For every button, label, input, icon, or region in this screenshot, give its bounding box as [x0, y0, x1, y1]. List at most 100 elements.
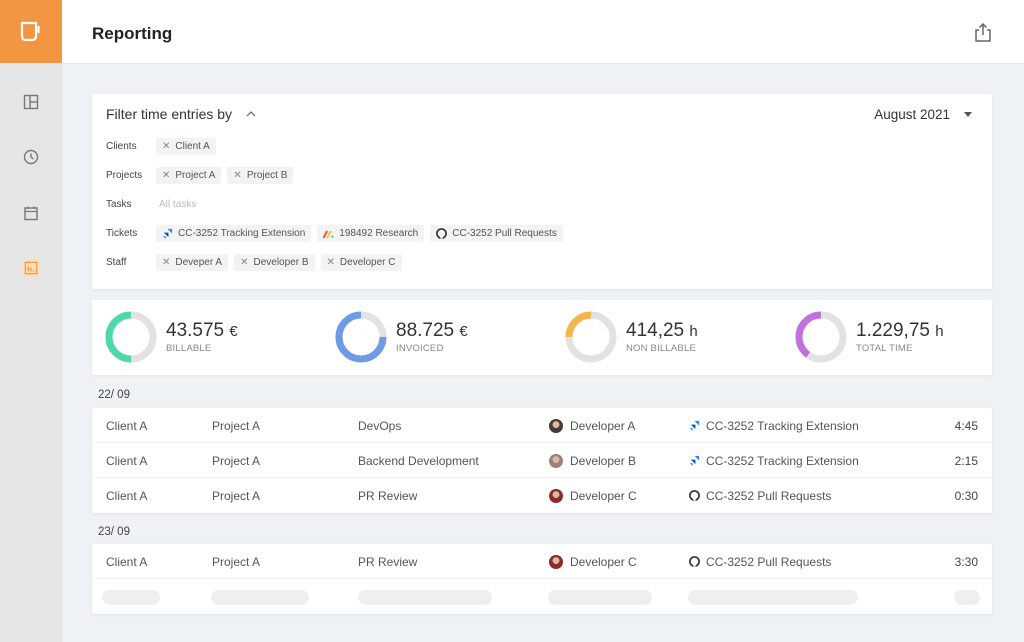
- cell-client: Client A: [106, 418, 148, 433]
- stat-non-billable: 414,25 h NON BILLABLE: [564, 310, 698, 364]
- skeleton-placeholder: [954, 590, 980, 605]
- github-icon: [689, 556, 700, 567]
- skeleton-placeholder: [548, 590, 652, 605]
- cell-staff: Developer B: [549, 443, 636, 478]
- sidebar-item-dashboard[interactable]: [0, 82, 62, 122]
- filter-chip[interactable]: CC-3252 Pull Requests: [430, 224, 563, 242]
- date-heading: 23/ 09: [98, 526, 130, 538]
- remove-icon[interactable]: ✕: [327, 257, 335, 268]
- loading-row: [92, 579, 992, 614]
- cell-client: Client A: [106, 488, 148, 503]
- filter-row-staff: Staff ✕ Deveper A ✕ Developer B ✕ Developer…: [106, 252, 402, 272]
- table-row[interactable]: Client A Project A DevOps Developer A CC…: [92, 408, 992, 443]
- cell-time: 4:45: [954, 418, 978, 433]
- donut-chart: [105, 311, 157, 363]
- cell-project: Project A: [212, 453, 261, 468]
- cell-time: 2:15: [954, 453, 978, 468]
- entries-table: Client A Project A PR Review Developer C…: [92, 544, 992, 614]
- entries-table: Client A Project A DevOps Developer A CC…: [92, 408, 992, 513]
- chevron-up-icon: [246, 111, 256, 117]
- filter-toggle[interactable]: Filter time entries by: [106, 106, 256, 122]
- tasks-input[interactable]: All tasks: [159, 199, 196, 210]
- page-title: Reporting: [92, 24, 173, 43]
- mug-icon: [20, 21, 40, 41]
- skeleton-placeholder: [102, 590, 160, 605]
- skeleton-placeholder: [358, 590, 492, 605]
- table-row[interactable]: Client A Project A PR Review Developer C…: [92, 544, 992, 579]
- filter-chip[interactable]: ✕ Client A: [156, 137, 216, 155]
- avatar: [549, 453, 563, 468]
- remove-icon[interactable]: ✕: [162, 170, 170, 181]
- sidebar-item-reporting[interactable]: [0, 248, 62, 288]
- app-logo[interactable]: [0, 0, 62, 63]
- cell-project: Project A: [212, 418, 261, 433]
- github-icon: [689, 490, 700, 501]
- table-row[interactable]: Client A Project A Backend Development D…: [92, 443, 992, 478]
- cell-task: PR Review: [358, 488, 418, 503]
- caret-down-icon: [964, 112, 972, 117]
- filter-chip[interactable]: 198492 Research: [317, 224, 425, 242]
- github-icon: [436, 227, 448, 239]
- stat-label: BILLABLE: [166, 343, 212, 354]
- filter-label: Tickets: [106, 227, 138, 239]
- cell-task: PR Review: [358, 554, 418, 569]
- cell-project: Project A: [212, 488, 261, 503]
- filter-row-projects: Projects ✕ Project A ✕ Project B: [106, 165, 294, 185]
- share-export-icon: [975, 22, 991, 42]
- cell-client: Client A: [106, 554, 148, 569]
- filter-row-tasks: Tasks All tasks: [106, 194, 196, 214]
- monday-icon: [323, 230, 334, 238]
- calendar-icon: [24, 206, 38, 221]
- stat-value: 43.575 €: [166, 320, 238, 341]
- filter-chip[interactable]: CC-3252 Tracking Extension: [156, 224, 312, 242]
- bar-chart-icon: [24, 261, 38, 275]
- filter-label: Projects: [106, 169, 143, 181]
- filter-label: Tasks: [106, 198, 132, 210]
- stat-invoiced: 88.725 € INVOICED: [334, 310, 468, 364]
- top-bar: Reporting: [62, 0, 1024, 64]
- cell-client: Client A: [106, 453, 148, 468]
- sidebar-item-time[interactable]: [0, 137, 62, 177]
- filter-title: Filter time entries by: [106, 106, 233, 122]
- filter-label: Staff: [106, 256, 127, 268]
- donut-chart: [565, 311, 617, 363]
- filter-chip[interactable]: ✕ Project B: [227, 166, 294, 184]
- sidebar-item-calendar[interactable]: [0, 193, 62, 233]
- cell-ticket: CC-3252 Pull Requests: [689, 544, 831, 579]
- jira-icon: [689, 420, 700, 431]
- skeleton-placeholder: [688, 590, 858, 605]
- stat-label: INVOICED: [396, 343, 444, 354]
- active-indicator: [22, 259, 40, 277]
- donut-chart: [335, 311, 387, 363]
- filter-chip[interactable]: ✕ Deveper A: [156, 253, 229, 271]
- cell-task: DevOps: [358, 418, 402, 433]
- stat-billable: 43.575 € BILLABLE: [104, 310, 238, 364]
- avatar: [549, 488, 563, 503]
- share-button[interactable]: [972, 22, 994, 44]
- filter-chip[interactable]: ✕ Developer B: [234, 253, 315, 271]
- donut-chart: [795, 311, 847, 363]
- jira-icon: [689, 455, 700, 466]
- filter-label: Clients: [106, 140, 137, 152]
- stat-value: 88.725 €: [396, 320, 468, 341]
- remove-icon[interactable]: ✕: [162, 141, 170, 152]
- cell-staff: Developer C: [549, 478, 637, 513]
- cell-staff: Developer C: [549, 544, 637, 579]
- filter-chip[interactable]: ✕ Developer C: [320, 253, 402, 271]
- table-row[interactable]: Client A Project A PR Review Developer C…: [92, 478, 992, 513]
- month-value: August 2021: [874, 107, 950, 122]
- summary-stats: 43.575 € BILLABLE 88.725 € INVOICED 414,25…: [92, 300, 992, 375]
- avatar: [549, 418, 563, 433]
- remove-icon[interactable]: ✕: [162, 257, 170, 268]
- filter-row-tickets: Tickets CC-3252 Tracking Extension 19849…: [106, 223, 563, 243]
- filter-chip[interactable]: ✕ Project A: [156, 166, 222, 184]
- skeleton-placeholder: [211, 590, 309, 605]
- cell-time: 0:30: [954, 488, 978, 503]
- remove-icon[interactable]: ✕: [240, 257, 248, 268]
- month-select[interactable]: August 2021: [874, 107, 972, 122]
- remove-icon[interactable]: ✕: [233, 170, 241, 181]
- stat-label: NON BILLABLE: [626, 343, 696, 354]
- date-heading: 22/ 09: [98, 389, 130, 401]
- stat-label: TOTAL TIME: [856, 343, 913, 354]
- filter-row-clients: Clients ✕ Client A: [106, 136, 216, 156]
